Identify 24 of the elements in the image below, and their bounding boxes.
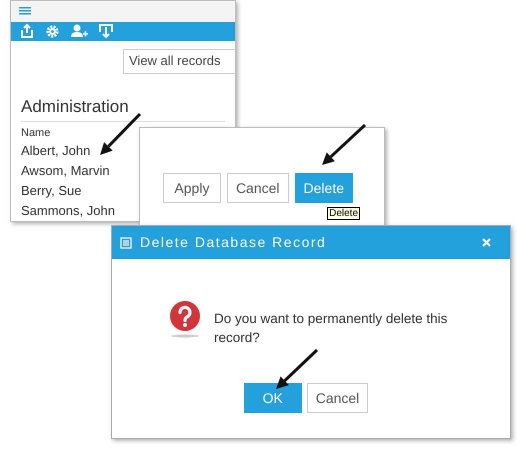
download-icon[interactable] (98, 23, 114, 40)
name-row[interactable]: Albert, John (21, 141, 90, 161)
column-header: Name (21, 126, 52, 140)
close-icon[interactable] (482, 238, 491, 247)
document-icon (120, 236, 132, 248)
question-icon (168, 300, 202, 338)
name-row[interactable]: Berry, Sue (21, 181, 82, 201)
gear-icon[interactable] (45, 24, 60, 39)
section-heading: Administration (21, 94, 225, 122)
callout-arrow (276, 348, 318, 389)
upload-icon[interactable] (19, 23, 35, 40)
callout-arrow (322, 124, 366, 165)
dialog-title: Delete Database Record (140, 233, 326, 252)
tooltip: Delete (327, 207, 360, 220)
dialog-message: Do you want to permanently delete this record? (214, 310, 448, 347)
secondary-button[interactable]: Cancel (226, 173, 289, 203)
name-row[interactable]: Awsom, Marvin (21, 161, 110, 181)
secondary-button[interactable]: Cancel (306, 383, 368, 413)
secondary-button[interactable]: Apply (162, 173, 221, 203)
add-user-icon[interactable] (70, 23, 88, 40)
name-row[interactable]: Sammons, John (21, 201, 115, 221)
view-select[interactable]: View all records (123, 48, 235, 74)
callout-arrow (100, 112, 142, 155)
menu-icon[interactable] (19, 7, 31, 16)
